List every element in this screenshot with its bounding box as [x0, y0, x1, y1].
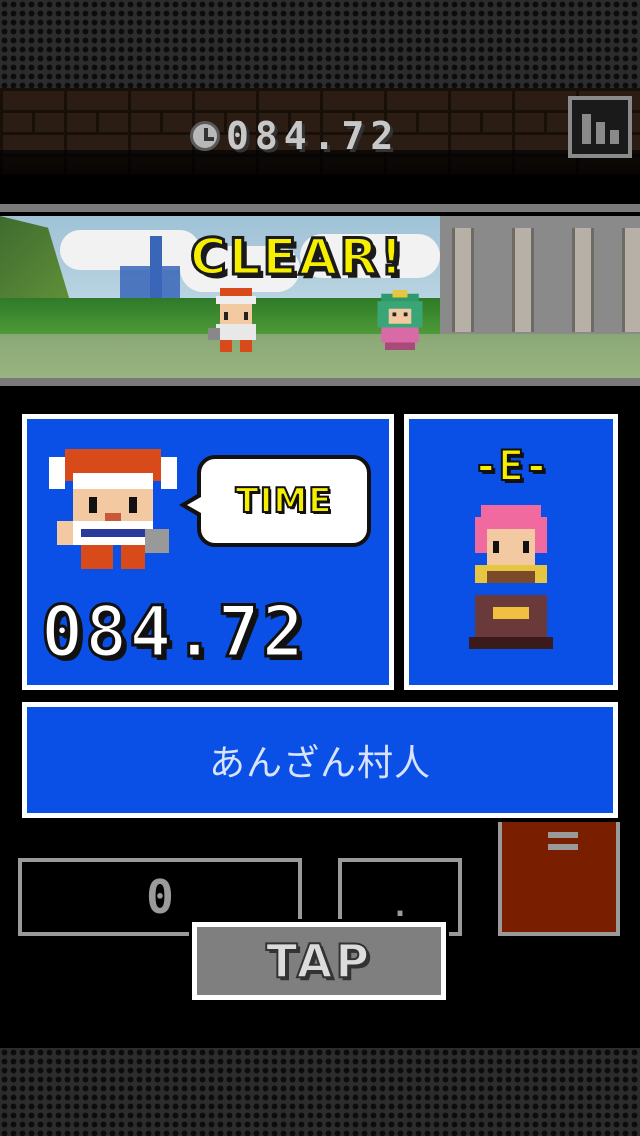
time-label: TIME — [235, 480, 333, 522]
time-result-panel: TIME 084.72 — [19, 411, 397, 693]
tap-button[interactable]: TAP — [189, 919, 449, 1003]
temple-columns — [440, 216, 640, 334]
rank-panel: -E- — [401, 411, 621, 693]
rank-grade: -E- — [472, 440, 550, 491]
hero-sprite-small — [208, 288, 256, 352]
timer-display: 084.72 — [190, 114, 399, 158]
speaker-grille-top — [0, 0, 640, 88]
clock-icon — [190, 121, 220, 151]
player-name-panel: あんざん村人 — [19, 699, 621, 821]
timer-value: 084.72 — [226, 114, 400, 158]
rank-character-on-pedestal — [469, 505, 553, 649]
stats-button[interactable] — [568, 96, 632, 158]
enemy-sprite — [377, 290, 423, 350]
clear-banner: CLEAR! — [189, 227, 405, 288]
hero-portrait — [49, 449, 177, 569]
time-speech-bubble: TIME — [179, 455, 371, 547]
player-name: あんざん村人 — [208, 743, 431, 784]
menu-button[interactable] — [498, 822, 620, 936]
clear-time-value: 084.72 — [40, 590, 306, 675]
speaker-grille-bottom — [0, 1048, 640, 1136]
